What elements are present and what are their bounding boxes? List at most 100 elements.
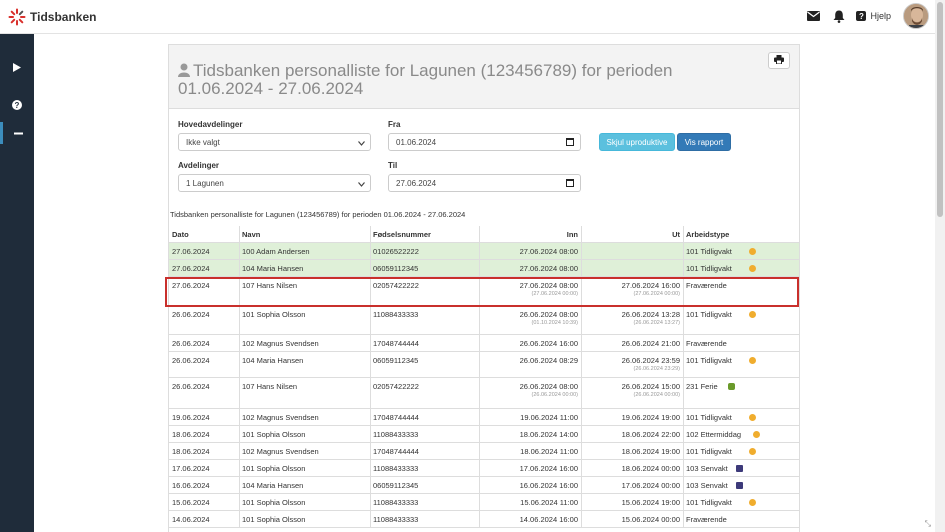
play-icon[interactable] (0, 56, 34, 78)
skjul-uproduktive-button[interactable]: Skjul uproduktive (599, 133, 675, 151)
column-divider (479, 426, 480, 442)
scrollbar-thumb[interactable] (937, 2, 943, 217)
help-label: Hjelp (870, 11, 891, 21)
cell-inn: 26.06.2024 16:00 (519, 339, 578, 348)
cell-fodselsnummer: 02057422222 (373, 382, 419, 391)
til-label: Til (388, 161, 398, 170)
cell-ut: 26.06.2024 13:28 (621, 310, 680, 319)
cell-fodselsnummer: 11088433333 (373, 464, 419, 473)
cell-arbeidstype: 231 Ferie (686, 382, 718, 391)
fra-date-input[interactable]: 01.06.2024 (388, 133, 581, 151)
cell-arbeidstype: 102 Ettermiddag (686, 430, 742, 439)
column-divider (683, 352, 684, 377)
column-divider (581, 426, 582, 442)
report-header: Tidsbanken personalliste for Lagunen (12… (169, 45, 799, 109)
fra-label: Fra (388, 120, 401, 129)
column-divider (683, 511, 684, 527)
bell-icon[interactable] (830, 7, 848, 25)
avatar[interactable] (903, 3, 929, 29)
column-divider (370, 260, 371, 276)
hovedavdelinger-select[interactable]: Ikke valgt (178, 133, 371, 151)
column-divider (581, 460, 582, 476)
table-row: 26.06.2024 107 Hans Nilsen 02057422222 26.0… (169, 378, 799, 409)
column-divider (479, 306, 480, 334)
column-divider (581, 409, 582, 425)
cell-dato: 16.06.2024 (172, 481, 210, 490)
top-bar: Tidsbanken ? Hjelp (0, 0, 945, 34)
column-divider (370, 277, 371, 305)
column-header-fnr: Fødselsnummer (373, 230, 431, 239)
column-divider (239, 443, 240, 459)
calendar-icon[interactable] (566, 179, 574, 187)
resize-grip-icon: ⤡ (924, 519, 931, 528)
column-divider (581, 352, 582, 377)
column-divider (683, 378, 684, 408)
table-row: 27.06.2024 107 Hans Nilsen 02057422222 27.0… (169, 277, 799, 306)
column-divider (370, 243, 371, 259)
column-divider (581, 477, 582, 493)
table-row: 14.06.2024 101 Sophia Olsson 11088433333 14… (169, 511, 799, 528)
cell-fodselsnummer: 17048744444 (373, 413, 419, 422)
column-header-inn: Inn (566, 230, 578, 239)
column-divider (239, 226, 240, 242)
cell-ut: 18.06.2024 19:00 (621, 447, 680, 456)
cell-dato: 26.06.2024 (172, 356, 210, 365)
vertical-scrollbar[interactable] (935, 0, 945, 532)
cell-fodselsnummer: 11088433333 (373, 430, 419, 439)
cell-dato: 26.06.2024 (172, 310, 210, 319)
column-divider (581, 511, 582, 527)
column-divider (581, 260, 582, 276)
table-row: 17.06.2024 101 Sophia Olsson 11088433333 17… (169, 460, 799, 477)
cell-ut: 18.06.2024 00:00 (621, 464, 680, 473)
cell-dato: 26.06.2024 (172, 382, 210, 391)
cell-inn: 16.06.2024 16:00 (519, 481, 578, 490)
cell-dato: 19.06.2024 (172, 413, 210, 422)
cell-inn-original: (01.10.2024 10:39) (531, 320, 578, 326)
cell-dato: 27.06.2024 (172, 264, 210, 273)
print-button[interactable] (768, 52, 790, 69)
column-divider (239, 477, 240, 493)
column-divider (683, 260, 684, 276)
help-link[interactable]: ? Hjelp (856, 11, 891, 21)
column-divider (370, 226, 371, 242)
sun-icon (748, 248, 756, 255)
cell-dato: 27.06.2024 (172, 281, 210, 290)
til-date-input[interactable]: 27.06.2024 (388, 174, 581, 192)
column-divider (581, 226, 582, 242)
column-divider (370, 335, 371, 351)
til-value: 27.06.2024 (396, 178, 437, 188)
cell-inn: 19.06.2024 11:00 (520, 413, 578, 422)
cell-dato: 26.06.2024 (172, 339, 210, 348)
calendar-icon[interactable] (566, 138, 574, 146)
vis-rapport-button[interactable]: Vis rapport (677, 133, 731, 151)
cell-inn: 17.06.2024 16:00 (519, 464, 578, 473)
cell-arbeidstype: 103 Senvakt (686, 464, 728, 473)
brand[interactable]: Tidsbanken (8, 8, 96, 26)
moon-icon (736, 465, 744, 472)
cell-ut: 15.06.2024 19:00 (621, 498, 680, 507)
envelope-icon[interactable] (804, 7, 822, 25)
column-divider (683, 409, 684, 425)
cell-ut-original: (27.06.2024 00:00) (633, 291, 680, 297)
table-row: 18.06.2024 101 Sophia Olsson 11088433333 18… (169, 426, 799, 443)
cell-navn: 102 Magnus Svendsen (242, 413, 319, 422)
column-divider (239, 511, 240, 527)
column-divider (239, 260, 240, 276)
cell-navn: 107 Hans Nilsen (242, 281, 298, 290)
avdelinger-select[interactable]: 1 Lagunen (178, 174, 371, 192)
cell-ut-original: (26.06.2024 13:27) (633, 320, 680, 326)
cell-fodselsnummer: 02057422222 (373, 281, 419, 290)
title-line-2: 01.06.2024 - 27.06.2024 (178, 79, 364, 98)
column-divider (479, 511, 480, 527)
cell-navn: 104 Maria Hansen (242, 481, 304, 490)
cell-ut: 17.06.2024 00:00 (621, 481, 680, 490)
cell-dato: 27.06.2024 (172, 247, 210, 256)
column-divider (370, 409, 371, 425)
column-divider (370, 460, 371, 476)
column-divider (683, 335, 684, 351)
cell-navn: 102 Magnus Svendsen (242, 447, 319, 456)
cell-ut-original: (26.06.2024 00:00) (633, 392, 680, 398)
column-divider (370, 443, 371, 459)
question-circle-icon[interactable]: ? (0, 94, 34, 116)
minus-icon[interactable] (0, 122, 34, 144)
